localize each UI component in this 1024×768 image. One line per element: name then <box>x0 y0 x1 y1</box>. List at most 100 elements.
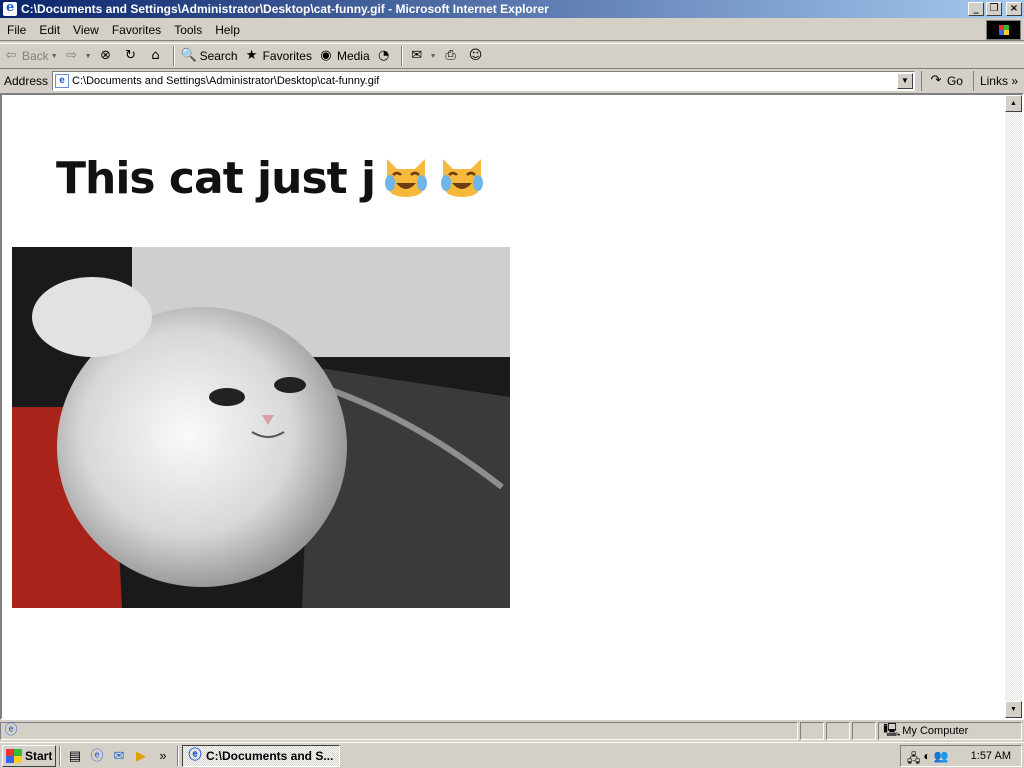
start-label: Start <box>25 748 53 763</box>
media-label: Media <box>336 49 370 63</box>
taskbar: Start ▤ ⓔ ✉ ▶ » ⓔ C:\Documents and S... … <box>0 742 1024 768</box>
vertical-scrollbar[interactable]: ▲ ▼ <box>1005 95 1022 718</box>
go-label: Go <box>946 74 963 88</box>
back-label: Back <box>22 49 49 63</box>
print-button[interactable]: ⎙ <box>440 45 465 67</box>
address-label: Address <box>4 74 49 88</box>
zone-label: My Computer <box>902 725 969 737</box>
status-pane <box>800 722 825 740</box>
cat-photo-illustration <box>12 247 510 608</box>
history-button[interactable]: ◔ <box>373 45 398 67</box>
page-headline: This cat just j <box>56 153 487 204</box>
task-button-ie[interactable]: ⓔ C:\Documents and S... <box>182 744 340 767</box>
go-button[interactable]: ↷ Go <box>920 71 969 91</box>
search-button[interactable]: 🔍 Search <box>178 45 241 67</box>
start-button[interactable]: Start <box>2 744 56 767</box>
address-input[interactable] <box>72 73 897 89</box>
scroll-up-icon[interactable]: ▲ <box>1005 95 1022 112</box>
mail-button[interactable]: ✉ ▼ <box>406 45 440 67</box>
show-desktop-icon[interactable]: ▤ <box>66 747 84 765</box>
history-icon: ◔ <box>377 48 390 63</box>
clock[interactable]: 1:57 AM <box>971 750 1011 762</box>
messenger-button[interactable]: ☺ <box>465 45 490 67</box>
forward-button[interactable]: ⇨ ▼ <box>61 45 95 67</box>
headline-text: This cat just j <box>56 153 376 204</box>
go-arrow-icon: ↷ <box>930 73 942 88</box>
cat-tears-of-joy-icon <box>385 159 428 197</box>
standard-toolbar: ⇦ Back ▼ ⇨ ▼ ⊗ ↻ ⌂ 🔍 Search ★ Favorites … <box>0 43 1024 69</box>
cat-gif-image <box>12 247 510 608</box>
users-icon[interactable]: 👥 <box>934 749 949 768</box>
favorites-icon: ★ <box>245 48 258 63</box>
mail-dropdown-icon[interactable]: ▼ <box>430 53 437 60</box>
page-icon: e <box>55 74 70 88</box>
windows-logo-icon <box>986 20 1021 40</box>
menu-file[interactable]: File <box>0 19 32 41</box>
menu-view[interactable]: View <box>66 19 105 41</box>
window-titlebar[interactable]: C:\Documents and Settings\Administrator\… <box>0 0 1024 18</box>
mail-icon: ✉ <box>411 48 423 63</box>
browser-viewport: This cat just j ▲ ▼ <box>0 93 1024 720</box>
volume-icon[interactable]: ◐ <box>923 749 930 768</box>
minimize-icon[interactable]: _ <box>968 2 984 16</box>
back-button[interactable]: ⇦ Back ▼ <box>0 45 61 67</box>
menu-help[interactable]: Help <box>208 19 246 41</box>
network-icon[interactable]: 🖧 <box>907 749 920 768</box>
forward-dropdown-icon[interactable]: ▼ <box>85 53 92 60</box>
back-arrow-icon: ⇦ <box>5 48 17 63</box>
menu-bar: File Edit View Favorites Tools Help <box>0 19 1024 41</box>
my-computer-icon: 🖳 <box>883 723 901 738</box>
toolbar-separator <box>172 46 175 66</box>
address-bar: Address e ▼ ↷ Go Links » <box>0 70 1024 92</box>
media-icon: ◉ <box>320 48 332 63</box>
refresh-icon: ↻ <box>125 48 137 63</box>
menu-tools[interactable]: Tools <box>167 19 208 41</box>
ie-logo-icon <box>3 0 17 16</box>
ie-quicklaunch-icon[interactable]: ⓔ <box>88 747 106 765</box>
windows-flag-icon <box>6 748 22 763</box>
address-dropdown-icon[interactable]: ▼ <box>896 73 913 89</box>
stop-icon: ⊗ <box>100 48 112 63</box>
refresh-button[interactable]: ↻ <box>120 45 145 67</box>
links-label: Links <box>979 74 1008 88</box>
status-text-pane: ⓔ <box>0 722 799 740</box>
menu-favorites[interactable]: Favorites <box>105 19 167 41</box>
print-icon: ⎙ <box>445 48 456 63</box>
task-label: C:\Documents and S... <box>206 748 334 763</box>
system-tray: 🖧 ◐ 👥 1:57 AM <box>900 745 1022 767</box>
messenger-icon: ☺ <box>468 48 483 63</box>
restore-icon[interactable]: ❐ <box>986 2 1002 16</box>
home-button[interactable]: ⌂ <box>145 45 170 67</box>
search-icon: 🔍 <box>180 48 197 63</box>
home-icon: ⌂ <box>151 48 160 63</box>
window-controls: _ ❐ × <box>968 2 1022 16</box>
close-icon[interactable]: × <box>1006 2 1022 16</box>
links-button[interactable]: Links » <box>972 71 1024 91</box>
favorites-button[interactable]: ★ Favorites <box>241 45 315 67</box>
media-button[interactable]: ◉ Media <box>315 45 373 67</box>
ie-page-icon: ⓔ <box>4 723 18 738</box>
taskbar-separator <box>59 745 61 766</box>
forward-arrow-icon: ⇨ <box>66 48 78 63</box>
favorites-label: Favorites <box>262 49 312 63</box>
chevron-right-icon: » <box>1011 74 1018 88</box>
cat-tears-of-joy-icon <box>441 159 484 197</box>
stop-button[interactable]: ⊗ <box>95 45 120 67</box>
address-box: e ▼ <box>52 71 915 91</box>
outlook-express-icon[interactable]: ✉ <box>110 747 128 765</box>
page-content: This cat just j <box>2 95 1006 718</box>
ie-task-icon: ⓔ <box>188 747 202 763</box>
quicklaunch-overflow-icon[interactable]: » <box>154 747 172 765</box>
window-title: C:\Documents and Settings\Administrator\… <box>21 2 549 16</box>
desktop-screen: C:\Documents and Settings\Administrator\… <box>0 0 1024 768</box>
search-label: Search <box>199 49 238 63</box>
media-player-icon[interactable]: ▶ <box>132 747 150 765</box>
status-pane <box>826 722 851 740</box>
menu-edit[interactable]: Edit <box>32 19 66 41</box>
back-dropdown-icon[interactable]: ▼ <box>51 53 58 60</box>
scroll-down-icon[interactable]: ▼ <box>1005 701 1022 718</box>
toolbar-separator <box>400 46 403 66</box>
taskbar-separator <box>177 745 179 766</box>
status-pane <box>852 722 877 740</box>
security-zone: 🖳 My Computer <box>878 722 1022 740</box>
